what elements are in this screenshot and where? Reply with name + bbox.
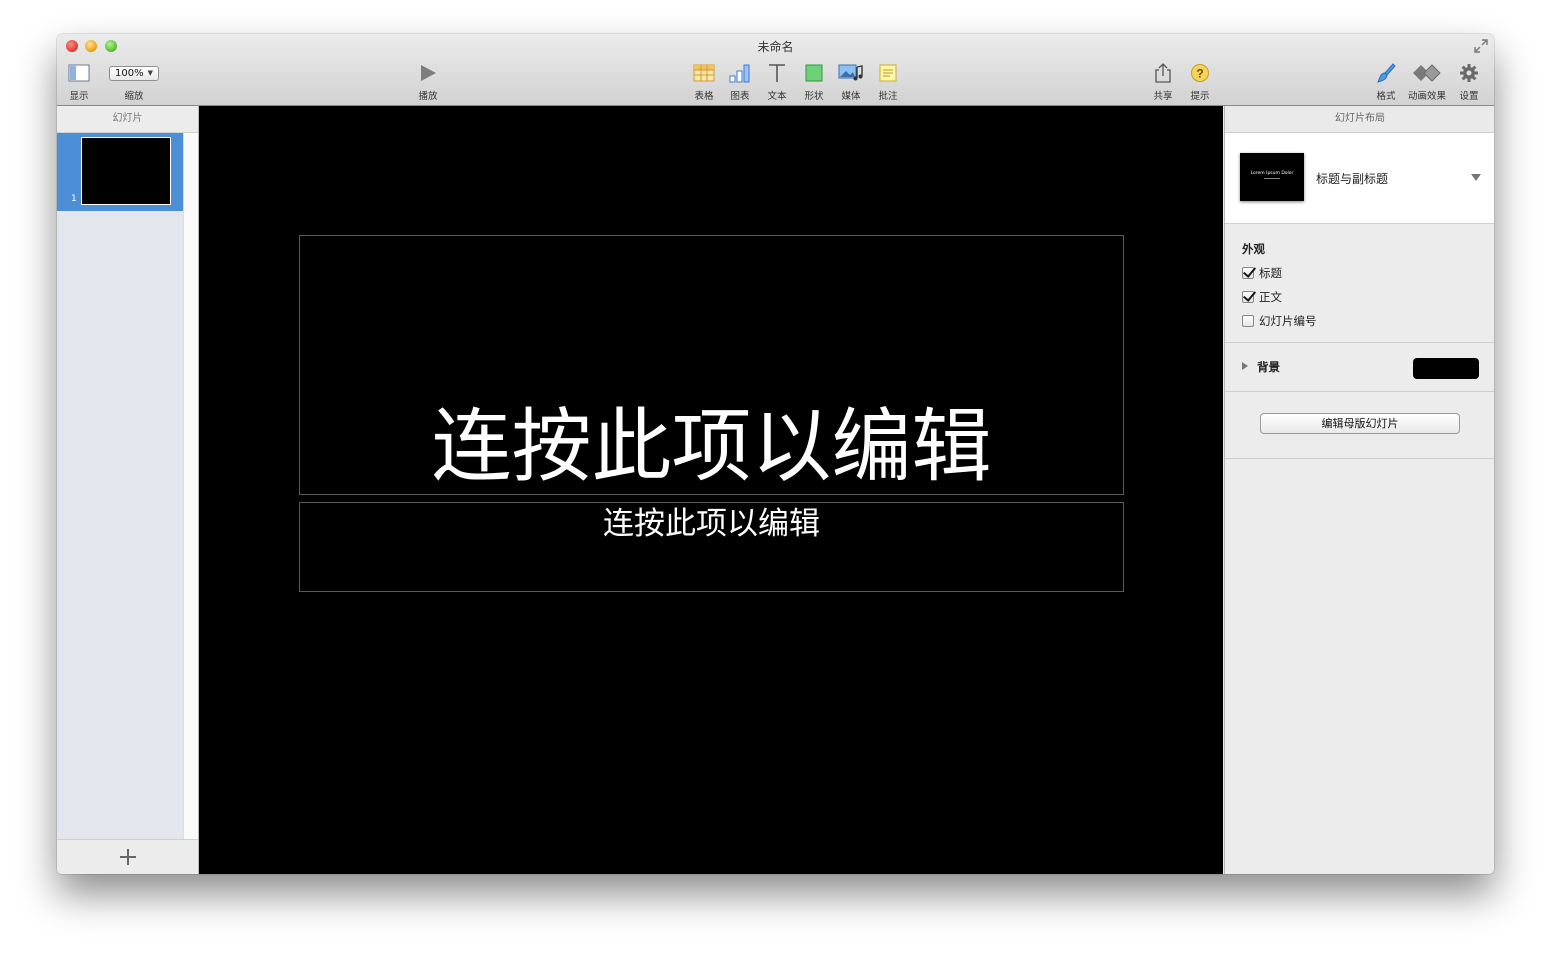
background-color-well[interactable]: [1413, 358, 1479, 379]
format-label: 格式: [1376, 91, 1396, 102]
keynote-window: 未命名 显示 100% ▼ 缩放 播放 表格 图表 文本 形状 媒体 批注 共享…: [57, 34, 1494, 874]
layout-name: 标题与副标题: [1316, 172, 1389, 186]
settings-button[interactable]: 设置: [1455, 60, 1483, 102]
chevron-down-icon[interactable]: [1471, 174, 1481, 181]
table-label: 表格: [694, 91, 714, 102]
comment-label: 批注: [878, 91, 898, 102]
animate-icon: [1413, 64, 1441, 82]
slide-number-checkbox[interactable]: [1242, 315, 1254, 327]
sidebar-scrollbar[interactable]: [183, 133, 198, 839]
chart-label: 图表: [730, 91, 750, 102]
edit-master-slide-button[interactable]: 编辑母版幻灯片: [1260, 413, 1460, 434]
media-icon: [838, 64, 863, 81]
body-checkbox[interactable]: [1242, 291, 1254, 303]
help-icon: ?: [1191, 64, 1209, 82]
zoom-control: 100% ▼ 缩放: [108, 60, 160, 102]
slide-navigator: 幻灯片 1: [57, 106, 199, 874]
title-checkbox-label: 标题: [1259, 266, 1282, 280]
play-label: 播放: [418, 91, 438, 102]
svg-text:?: ?: [1196, 67, 1203, 81]
slide-thumbnail-row[interactable]: 1: [57, 133, 183, 211]
slide-number: 1: [71, 194, 77, 204]
fullscreen-icon[interactable]: [1474, 39, 1488, 53]
chevron-down-icon: ▼: [147, 69, 153, 77]
shape-icon: [805, 64, 823, 82]
zoom-value: 100%: [115, 67, 144, 79]
body-checkbox-label: 正文: [1259, 290, 1282, 304]
settings-label: 设置: [1459, 91, 1479, 102]
body-checkbox-row[interactable]: 正文: [1242, 289, 1282, 305]
layout-thumbnail-line: [1264, 178, 1280, 179]
text-button[interactable]: 文本: [763, 60, 791, 102]
view-button[interactable]: 显示: [65, 60, 93, 102]
zoom-label: 缩放: [124, 91, 144, 102]
chart-button[interactable]: 图表: [726, 60, 754, 102]
shape-label: 形状: [804, 91, 824, 102]
tips-button[interactable]: ? 提示: [1186, 60, 1214, 102]
disclosure-triangle-icon[interactable]: [1242, 362, 1248, 370]
background-label: 背景: [1257, 360, 1280, 374]
animate-label: 动画效果: [1407, 91, 1446, 102]
paintbrush-icon: [1377, 63, 1396, 83]
view-icon: [68, 64, 90, 82]
layout-thumbnail-text: Lorem Ipsum Dolor: [1250, 171, 1294, 176]
share-label: 共享: [1153, 91, 1173, 102]
layout-thumbnail: Lorem Ipsum Dolor: [1240, 153, 1304, 201]
comment-icon: [879, 64, 897, 82]
table-icon: [693, 64, 715, 82]
gear-icon: [1460, 64, 1478, 82]
slide-thumbnail[interactable]: [81, 137, 171, 205]
text-label: 文本: [767, 91, 787, 102]
appearance-section: 外观 标题 正文 幻灯片编号: [1225, 224, 1494, 343]
master-section: 编辑母版幻灯片: [1225, 392, 1494, 459]
inspector-header: 幻灯片布局: [1225, 106, 1494, 133]
chart-icon: [729, 64, 750, 83]
share-button[interactable]: 共享: [1149, 60, 1177, 102]
share-icon: [1155, 63, 1171, 83]
inspector-panel: 幻灯片布局 Lorem Ipsum Dolor 标题与副标题 外观 标题 正文 …: [1224, 106, 1494, 874]
comment-button[interactable]: 批注: [874, 60, 902, 102]
play-icon: [421, 65, 436, 81]
slide-title[interactable]: 连按此项以编辑: [300, 402, 1123, 492]
slide-canvas[interactable]: 连按此项以编辑 连按此项以编辑: [199, 106, 1223, 874]
zoom-select[interactable]: 100% ▼: [109, 65, 159, 81]
animate-button[interactable]: 动画效果: [1407, 60, 1447, 102]
background-section: 背景: [1225, 343, 1494, 392]
window-title: 未命名: [757, 40, 794, 54]
subtitle-placeholder[interactable]: 连按此项以编辑: [299, 502, 1124, 592]
slide-navigator-header: 幻灯片: [57, 106, 198, 133]
add-slide-button[interactable]: [57, 839, 198, 874]
media-button[interactable]: 媒体: [837, 60, 865, 102]
plus-icon: [119, 849, 136, 865]
tips-label: 提示: [1190, 91, 1210, 102]
text-icon: [769, 64, 785, 82]
title-placeholder[interactable]: 连按此项以编辑: [299, 235, 1124, 495]
title-checkbox[interactable]: [1242, 267, 1254, 279]
media-label: 媒体: [841, 91, 861, 102]
toolbar: 未命名 显示 100% ▼ 缩放 播放 表格 图表 文本 形状 媒体 批注 共享…: [57, 34, 1494, 106]
format-button[interactable]: 格式: [1372, 60, 1400, 102]
view-label: 显示: [69, 91, 89, 102]
table-button[interactable]: 表格: [690, 60, 718, 102]
shape-button[interactable]: 形状: [800, 60, 828, 102]
layout-picker[interactable]: Lorem Ipsum Dolor 标题与副标题: [1225, 133, 1494, 224]
play-button[interactable]: 播放: [414, 60, 442, 102]
slide-number-checkbox-label: 幻灯片编号: [1259, 314, 1317, 328]
slide-number-checkbox-row[interactable]: 幻灯片编号: [1242, 313, 1317, 329]
appearance-title: 外观: [1242, 242, 1265, 256]
title-checkbox-row[interactable]: 标题: [1242, 265, 1282, 281]
slide-subtitle[interactable]: 连按此项以编辑: [300, 504, 1123, 544]
